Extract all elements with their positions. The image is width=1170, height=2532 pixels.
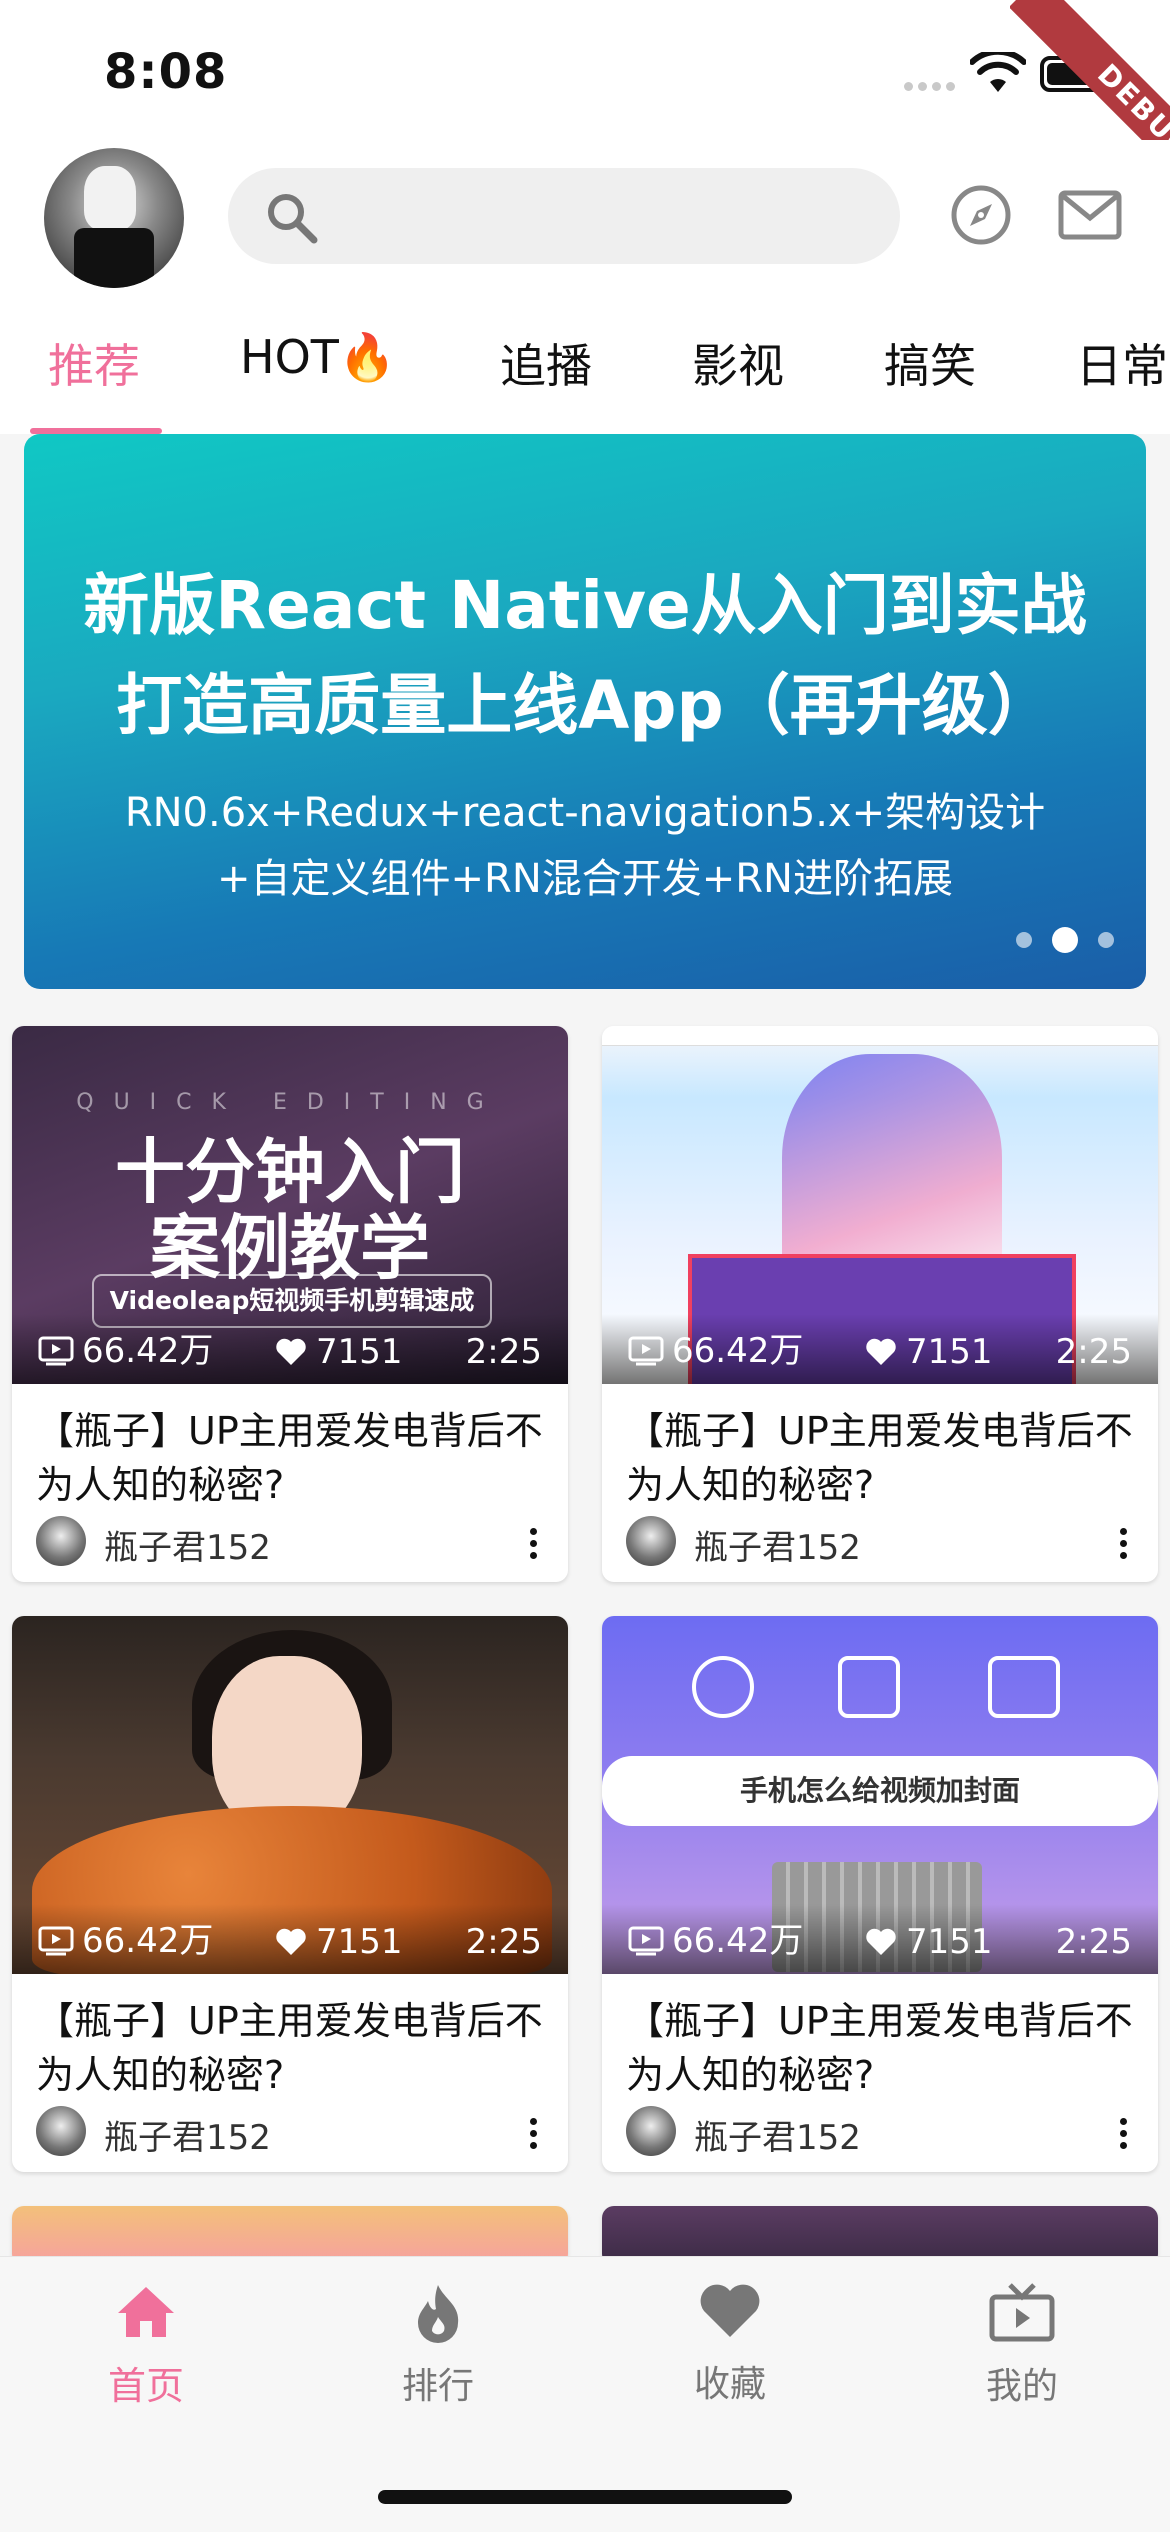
like-count: 7151: [864, 1922, 993, 1962]
video-card[interactable]: 手机怎么给视频加封面 66.42万 7151 2:25 【瓶子】UP主用爱发电背…: [602, 1616, 1158, 2172]
carousel-dot[interactable]: [1098, 932, 1114, 948]
video-card[interactable]: 66.42万 7151 2:25 【瓶子】UP主用爱发电背后不为人知的秘密? 瓶…: [602, 1026, 1158, 1582]
camera-icon: [988, 1656, 1060, 1718]
mail-icon[interactable]: [1058, 190, 1122, 244]
flame-icon: [418, 2285, 459, 2343]
video-card[interactable]: 66.42万 7151 2:25 【瓶子】UP主用爱发电背后不为人知的秘密? 瓶…: [12, 1616, 568, 2172]
heart-icon: [276, 1928, 306, 1955]
banner-subtitle-line2: +自定义组件+RN混合开发+RN进阶拓展: [217, 856, 953, 902]
play-circle-icon: [692, 1656, 754, 1718]
nav-favorites[interactable]: 收藏: [630, 2283, 830, 2407]
banner-subtitle-line1: RN0.6x+Redux+react-navigation5.x+架构设计: [124, 790, 1046, 836]
owner-avatar: [626, 2106, 676, 2156]
nav-label: 首页: [107, 2364, 184, 2408]
video-duration: 2:25: [465, 1332, 542, 1372]
category-tabs: 推荐 HOT🔥 追播 影视 搞笑 日常: [0, 290, 1170, 434]
signal-icon: [904, 76, 960, 95]
user-avatar[interactable]: [44, 148, 184, 288]
tv-icon: [989, 2283, 1055, 2342]
video-duration: 2:25: [1055, 1922, 1132, 1962]
video-title[interactable]: 【瓶子】UP主用爱发电背后不为人知的秘密?: [36, 1404, 556, 1512]
like-count: 7151: [864, 1332, 993, 1372]
heart-icon: [866, 1338, 896, 1365]
owner-name: 瓶子君152: [694, 1528, 861, 1568]
owner-avatar: [36, 2106, 86, 2156]
carousel-dot-active[interactable]: [1052, 927, 1078, 953]
like-count: 7151: [274, 1332, 403, 1372]
like-count: 7151: [274, 1922, 403, 1962]
video-thumbnail[interactable]: 66.42万 7151 2:25: [12, 1616, 568, 1974]
search-icon: [264, 190, 320, 250]
video-thumbnail[interactable]: 手机怎么给视频加封面 66.42万 7151 2:25: [602, 1616, 1158, 1974]
nav-profile[interactable]: 我的: [922, 2283, 1122, 2409]
play-icon: [628, 1336, 664, 1366]
nav-label: 收藏: [693, 2364, 766, 2405]
video-title[interactable]: 【瓶子】UP主用爱发电背后不为人知的秘密?: [626, 1404, 1146, 1512]
thumb-caption: 手机怎么给视频加封面: [602, 1756, 1158, 1826]
nav-label: 我的: [985, 2366, 1058, 2407]
video-card[interactable]: QUICK EDITING 十分钟入门 案例教学 Videoleap短视频手机剪…: [12, 1026, 568, 1582]
owner-avatar: [36, 1516, 86, 1566]
video-thumbnail[interactable]: QUICK EDITING 十分钟入门 案例教学 Videoleap短视频手机剪…: [12, 1026, 568, 1384]
heart-icon: [700, 2284, 760, 2337]
search-bar[interactable]: [228, 168, 900, 264]
carousel-dots: [996, 927, 1114, 953]
nav-ranking[interactable]: 排行: [338, 2283, 538, 2409]
nav-label: 排行: [401, 2366, 474, 2407]
heart-icon: [866, 1928, 896, 1955]
view-count: 66.42万: [38, 1913, 213, 1962]
more-options-icon[interactable]: [1120, 1528, 1128, 1564]
play-icon: [38, 1926, 74, 1956]
thumb-subtitle: QUICK EDITING: [76, 1090, 504, 1115]
owner-name: 瓶子君152: [104, 1528, 271, 1568]
status-time: 8:08: [104, 44, 228, 100]
banner-title-line2: 打造高质量上线App（再升级）: [116, 667, 1054, 744]
home-indicator[interactable]: [378, 2490, 792, 2504]
play-icon: [628, 1926, 664, 1956]
tab-film[interactable]: 影视: [692, 330, 784, 396]
play-icon: [38, 1336, 74, 1366]
view-count: 66.42万: [628, 1913, 803, 1962]
status-bar: 8:08: [0, 0, 1170, 140]
video-duration: 2:25: [465, 1922, 542, 1962]
owner-name: 瓶子君152: [694, 2118, 861, 2158]
tab-daily[interactable]: 日常: [1076, 330, 1168, 396]
heart-icon: [276, 1338, 306, 1365]
video-title[interactable]: 【瓶子】UP主用爱发电背后不为人知的秘密?: [626, 1994, 1146, 2102]
carousel-dot[interactable]: [1016, 932, 1032, 948]
video-title[interactable]: 【瓶子】UP主用爱发电背后不为人知的秘密?: [36, 1994, 556, 2102]
owner-avatar: [626, 1516, 676, 1566]
tab-recommend[interactable]: 推荐: [48, 330, 140, 396]
compass-icon[interactable]: [950, 184, 1012, 250]
more-options-icon[interactable]: [530, 2118, 538, 2154]
tab-funny[interactable]: 搞笑: [884, 330, 976, 396]
view-count: 66.42万: [628, 1323, 803, 1372]
owner-name: 瓶子君152: [104, 2118, 271, 2158]
nav-home[interactable]: 首页: [46, 2283, 246, 2410]
more-options-icon[interactable]: [1120, 2118, 1128, 2154]
tab-hot[interactable]: HOT🔥: [240, 330, 396, 385]
tab-follow[interactable]: 追播: [500, 330, 592, 396]
home-icon: [118, 2287, 174, 2337]
more-options-icon[interactable]: [530, 1528, 538, 1564]
film-icon: [838, 1656, 900, 1718]
video-thumbnail[interactable]: 66.42万 7151 2:25: [602, 1026, 1158, 1384]
view-count: 66.42万: [38, 1323, 213, 1372]
banner-title-line1: 新版React Native从入门到实战: [83, 567, 1087, 644]
banner-carousel[interactable]: 新版React Native从入门到实战 打造高质量上线App（再升级） RN0…: [24, 434, 1146, 989]
top-header: [0, 140, 1170, 290]
video-duration: 2:25: [1055, 1332, 1132, 1372]
